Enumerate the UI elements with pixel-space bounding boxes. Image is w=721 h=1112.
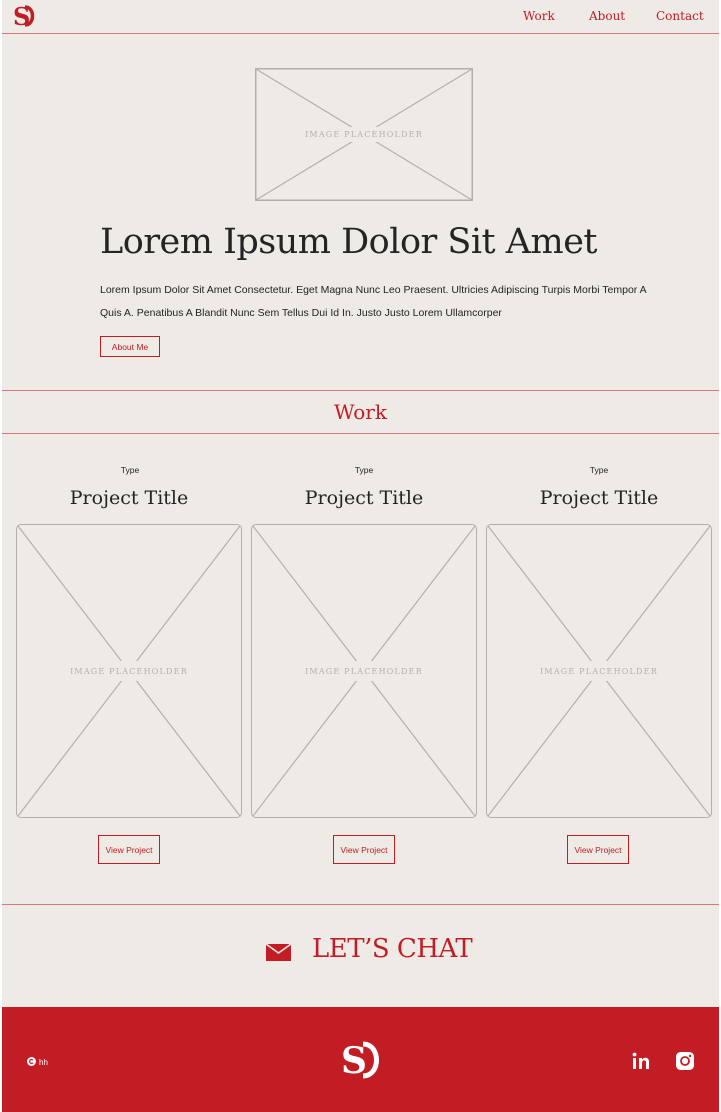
- hero-paragraph: Lorem Ipsum Dolor Sit Amet Consectetur. …: [100, 284, 647, 319]
- divider: [2, 904, 719, 905]
- work-heading: Work: [334, 400, 387, 424]
- placeholder-label: IMAGE PLACEHOLDER: [540, 667, 658, 676]
- copyright-text: hh: [39, 1058, 48, 1067]
- linkedin-icon[interactable]: [631, 1051, 651, 1071]
- view-project-button[interactable]: View Project: [98, 835, 160, 864]
- nav-about-link[interactable]: About: [589, 9, 625, 23]
- nav-work-link[interactable]: Work: [523, 9, 555, 23]
- about-me-button[interactable]: About Me: [100, 336, 160, 357]
- copyright-icon: [27, 1057, 36, 1066]
- instagram-icon[interactable]: [675, 1051, 695, 1071]
- hero-image-placeholder: IMAGE PLACEHOLDER: [255, 68, 473, 201]
- view-project-button[interactable]: View Project: [333, 835, 395, 864]
- project-image-placeholder[interactable]: IMAGE PLACEHOLDER: [486, 524, 712, 818]
- project-title: Project Title: [539, 487, 659, 509]
- project-type: Type: [589, 465, 609, 475]
- copyright: hh: [27, 1057, 48, 1067]
- footer-logo-icon[interactable]: S: [339, 1039, 385, 1081]
- project-type: Type: [354, 465, 374, 475]
- project-title: Project Title: [69, 487, 189, 509]
- header: S Work About Contact: [2, 0, 719, 34]
- logo-icon[interactable]: S: [10, 2, 38, 30]
- project-type: Type: [120, 465, 140, 475]
- page: S Work About Contact IMAGE PLACEHOLDER L…: [2, 0, 719, 1112]
- divider: [2, 390, 719, 391]
- project-image-placeholder[interactable]: IMAGE PLACEHOLDER: [251, 524, 477, 818]
- mail-icon: [266, 944, 291, 961]
- placeholder-label: IMAGE PLACEHOLDER: [305, 667, 423, 676]
- view-project-button[interactable]: View Project: [567, 835, 629, 864]
- footer: hh S: [2, 1007, 719, 1112]
- lets-chat-label: LET’S CHAT: [312, 934, 473, 964]
- project-title: Project Title: [304, 487, 424, 509]
- hero-title: Lorem Ipsum Dolor Sit Amet: [100, 222, 597, 262]
- placeholder-label: IMAGE PLACEHOLDER: [70, 667, 188, 676]
- nav-contact-link[interactable]: Contact: [656, 9, 704, 23]
- placeholder-label: IMAGE PLACEHOLDER: [305, 130, 423, 139]
- project-image-placeholder[interactable]: IMAGE PLACEHOLDER: [16, 524, 242, 818]
- divider: [2, 433, 719, 434]
